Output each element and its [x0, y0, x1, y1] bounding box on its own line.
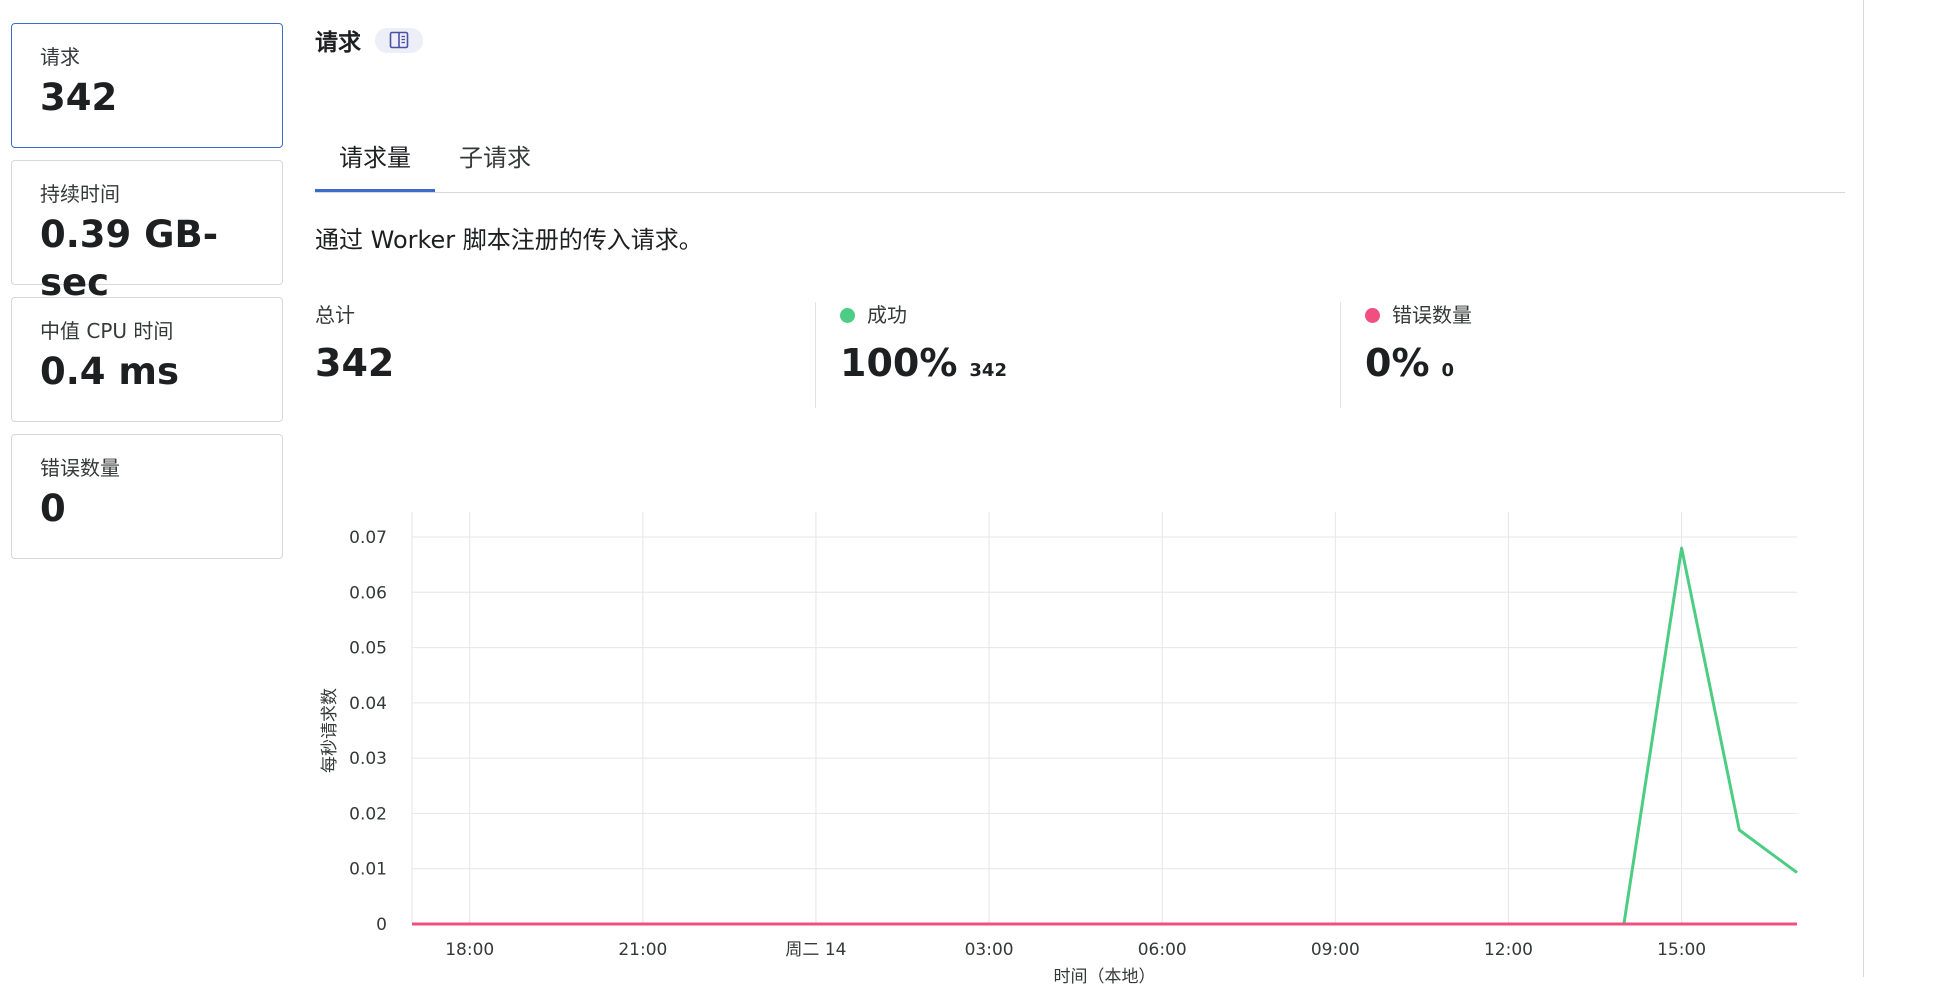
book-icon: [389, 31, 409, 49]
metric-label: 总计: [315, 303, 355, 327]
x-tick-label: 21:00: [618, 940, 667, 960]
x-tick-label: 18:00: [445, 940, 494, 960]
y-tick-label: 0.05: [349, 639, 387, 659]
metric-sub: 0: [1441, 360, 1455, 381]
series-line: [412, 546, 1798, 926]
y-tick-label: 0.02: [349, 804, 387, 824]
x-tick-label: 12:00: [1484, 940, 1533, 960]
stat-card-duration[interactable]: 持续时间 0.39 GB-sec: [11, 160, 283, 304]
divider: [1340, 302, 1341, 408]
stat-label: 请求: [40, 45, 80, 69]
stat-card-requests[interactable]: 请求 342: [11, 23, 283, 148]
stat-label: 错误数量: [40, 456, 120, 480]
metric-label: 错误数量: [1392, 303, 1472, 327]
metric-errors: 错误数量 0% 0: [1365, 302, 1472, 408]
stat-label: 持续时间: [40, 182, 120, 206]
metric-value-text: 100%: [840, 341, 958, 385]
y-tick-label: 0.07: [349, 528, 387, 548]
stat-card-errors[interactable]: 错误数量 0: [11, 434, 283, 559]
stat-label: 中值 CPU 时间: [40, 319, 174, 343]
metric-total: 总计 342: [315, 302, 394, 408]
stat-card-cpu-time[interactable]: 中值 CPU 时间 0.4 ms: [11, 297, 283, 422]
metric-value-text: 342: [315, 341, 395, 385]
success-dot-icon: [840, 307, 855, 323]
stat-value: 0: [40, 487, 66, 530]
tab-subrequests[interactable]: 子请求: [435, 138, 555, 192]
chart-svg: 0 0.01 0.02 0.03 0.04 0.05 0.06 0.07 18:00 21:00 周…: [320, 512, 1798, 987]
metric-value: 0% 0: [1365, 340, 1472, 394]
divider: [815, 302, 816, 408]
page-title: 请求: [315, 30, 361, 56]
stat-value: 342: [40, 76, 118, 119]
x-axis-title: 时间（本地）: [1054, 967, 1156, 987]
stat-value: 0.39 GB-sec: [40, 213, 219, 304]
docs-button[interactable]: [375, 27, 423, 53]
metric-value: 342: [315, 340, 394, 386]
x-tick-label: 06:00: [1138, 940, 1187, 960]
y-tick-label: 0.01: [349, 860, 387, 880]
x-tick-label: 周二 14: [785, 940, 846, 960]
metric-success: 成功 100% 342: [840, 302, 1007, 408]
metric-value: 100% 342: [840, 340, 1007, 394]
y-tick-label: 0.04: [349, 694, 387, 714]
x-tick-label: 03:00: [965, 940, 1014, 960]
y-axis-title: 每秒请求数: [320, 688, 340, 773]
requests-chart: 0 0.01 0.02 0.03 0.04 0.05 0.06 0.07 18:00 21:00 周…: [315, 492, 1835, 996]
x-tick-label: 15:00: [1657, 940, 1706, 960]
x-tick-label: 09:00: [1311, 940, 1360, 960]
metric-label-row: 成功: [840, 302, 1007, 328]
metric-sub: 342: [969, 360, 1007, 381]
error-dot-icon: [1365, 307, 1380, 323]
metric-label-row: 错误数量: [1365, 302, 1472, 328]
section-description: 通过 Worker 脚本注册的传入请求。: [315, 226, 703, 254]
sidebar: 请求 342 持续时间 0.39 GB-sec 中值 CPU 时间 0.4 ms…: [11, 23, 283, 571]
y-tick-label: 0.06: [349, 583, 387, 603]
panel-border: [1863, 0, 1864, 977]
y-tick-label: 0: [376, 915, 387, 935]
metric-value-text: 0%: [1365, 341, 1430, 385]
metric-label: 成功: [867, 303, 907, 327]
main-panel: 请求 请求量 子请求 通过 Worker 脚本注册的传入请求。 总计 342 成…: [315, 22, 1845, 987]
tab-request-volume[interactable]: 请求量: [315, 138, 435, 192]
y-tick-label: 0.03: [349, 749, 387, 769]
stat-value: 0.4 ms: [40, 350, 180, 393]
title-row: 请求: [315, 22, 1845, 58]
tab-bar: 请求量 子请求: [315, 118, 1845, 193]
metrics-row: 总计 342 成功 100% 342 错误数量 0% 0: [315, 302, 1845, 408]
